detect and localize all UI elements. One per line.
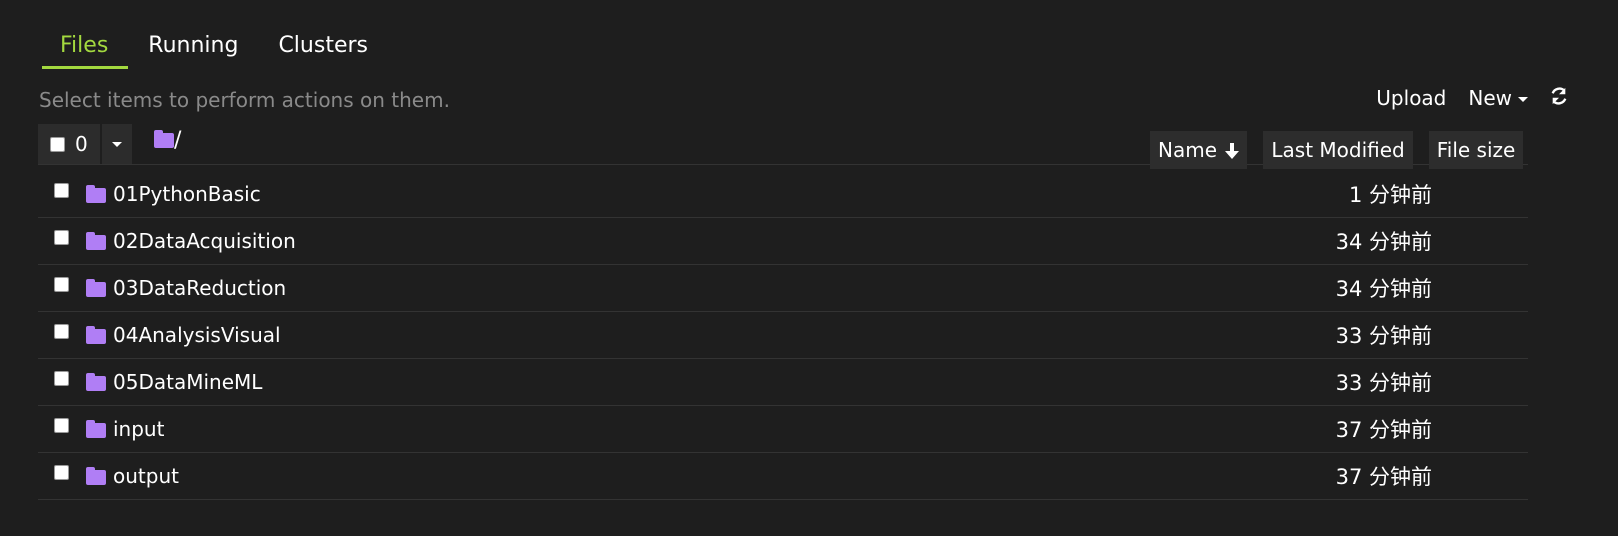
item-modified: 37 分钟前 <box>1335 418 1432 442</box>
breadcrumb-root[interactable]: / <box>174 128 181 153</box>
list-item[interactable]: 04AnalysisVisual 33 分钟前 <box>38 312 1528 359</box>
item-modified: 34 分钟前 <box>1335 277 1432 301</box>
refresh-icon <box>1551 87 1567 105</box>
select-dropdown-button[interactable] <box>101 124 132 164</box>
sort-by-size-button[interactable]: File size <box>1428 131 1524 169</box>
select-all-control[interactable]: 0 <box>38 124 100 164</box>
list-item[interactable]: 01PythonBasic 1 分钟前 <box>38 171 1528 218</box>
select-all-checkbox[interactable] <box>50 136 65 152</box>
file-list: 01PythonBasic 1 分钟前 02DataAcquisition 34… <box>38 171 1528 500</box>
folder-icon[interactable] <box>154 130 174 148</box>
folder-icon <box>86 232 106 250</box>
item-name-link[interactable]: 03DataReduction <box>113 276 286 300</box>
list-item[interactable]: 03DataReduction 34 分钟前 <box>38 265 1528 312</box>
item-checkbox[interactable] <box>54 183 69 198</box>
item-checkbox[interactable] <box>54 465 69 480</box>
item-checkbox[interactable] <box>54 418 69 433</box>
item-checkbox[interactable] <box>54 277 69 292</box>
upload-button[interactable]: Upload <box>1376 86 1446 110</box>
chevron-down-icon <box>111 141 122 147</box>
list-item[interactable]: 05DataMineML 33 分钟前 <box>38 359 1528 406</box>
file-actions: Upload New <box>1376 86 1568 110</box>
file-list-header: 0 / Name Last Modified File size <box>38 124 1528 169</box>
list-item[interactable]: 02DataAcquisition 34 分钟前 <box>38 218 1528 265</box>
folder-icon <box>86 467 106 485</box>
arrow-down-icon <box>1225 143 1240 159</box>
folder-icon <box>86 326 106 344</box>
item-modified: 33 分钟前 <box>1335 324 1432 348</box>
new-button-label: New <box>1468 86 1512 110</box>
item-checkbox[interactable] <box>54 324 69 339</box>
sort-name-label: Name <box>1158 138 1218 162</box>
tab-clusters[interactable]: Clusters <box>258 28 388 68</box>
folder-icon <box>86 420 106 438</box>
item-name-link[interactable]: input <box>113 417 164 441</box>
list-item[interactable]: input 37 分钟前 <box>38 406 1528 453</box>
tab-files[interactable]: Files <box>42 28 129 69</box>
folder-icon <box>86 279 106 297</box>
sort-by-modified-button[interactable]: Last Modified <box>1263 131 1413 169</box>
item-name-link[interactable]: 04AnalysisVisual <box>113 323 281 347</box>
tab-running[interactable]: Running <box>128 28 258 68</box>
refresh-button[interactable] <box>1550 86 1568 110</box>
item-modified: 1 分钟前 <box>1348 183 1432 207</box>
item-checkbox[interactable] <box>54 371 69 386</box>
item-modified: 37 分钟前 <box>1335 465 1432 489</box>
selection-hint: Select items to perform actions on them. <box>39 88 450 112</box>
sort-controls: Name Last Modified File size <box>1150 131 1524 169</box>
item-checkbox[interactable] <box>54 230 69 245</box>
list-item[interactable]: output 37 分钟前 <box>38 453 1528 500</box>
item-name-link[interactable]: 05DataMineML <box>113 370 262 394</box>
chevron-down-icon <box>1518 97 1528 102</box>
sort-by-name-button[interactable]: Name <box>1150 131 1248 169</box>
item-modified: 33 分钟前 <box>1335 371 1432 395</box>
item-name-link[interactable]: 01PythonBasic <box>113 182 261 206</box>
item-modified: 34 分钟前 <box>1335 230 1432 254</box>
folder-icon <box>86 373 106 391</box>
tab-bar: Files Running Clusters <box>42 28 388 70</box>
selected-count: 0 <box>75 132 88 156</box>
folder-icon <box>86 185 106 203</box>
breadcrumb: / <box>154 128 181 153</box>
item-name-link[interactable]: output <box>113 464 179 488</box>
select-all-group: 0 <box>38 124 132 164</box>
item-name-link[interactable]: 02DataAcquisition <box>113 229 296 253</box>
new-button[interactable]: New <box>1468 86 1528 110</box>
